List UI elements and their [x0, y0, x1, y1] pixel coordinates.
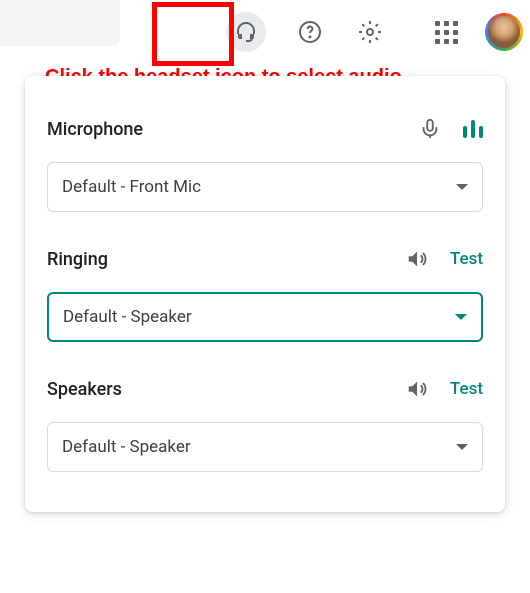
apps-grid-icon — [435, 21, 458, 44]
ringing-selected-value: Default - Speaker — [63, 307, 192, 327]
gear-icon — [358, 20, 382, 44]
help-button[interactable] — [286, 8, 334, 56]
microphone-title: Microphone — [47, 119, 143, 140]
speakers-test-button[interactable]: Test — [450, 379, 483, 399]
audio-settings-panel: Microphone Default - Front Mic Ringing — [25, 76, 505, 512]
microphone-dropdown[interactable]: Default - Front Mic — [47, 162, 483, 212]
speaker-icon — [406, 248, 428, 270]
settings-button[interactable] — [346, 8, 394, 56]
microphone-selected-value: Default - Front Mic — [62, 177, 201, 197]
speakers-selected-value: Default - Speaker — [62, 437, 191, 457]
mic-level-indicator — [463, 120, 483, 138]
ringing-title: Ringing — [47, 249, 108, 270]
speakers-section: Speakers Test Default - Speaker — [47, 378, 483, 472]
chevron-down-icon — [455, 314, 467, 320]
microphone-section: Microphone Default - Front Mic — [47, 118, 483, 212]
headset-icon — [234, 20, 258, 44]
help-icon — [298, 20, 322, 44]
google-apps-button[interactable] — [422, 8, 470, 56]
speakers-dropdown[interactable]: Default - Speaker — [47, 422, 483, 472]
chevron-down-icon — [456, 444, 468, 450]
audio-settings-button[interactable] — [222, 8, 270, 56]
chevron-down-icon — [456, 184, 468, 190]
ringing-dropdown[interactable]: Default - Speaker — [47, 292, 483, 342]
app-bar-blank — [0, 0, 120, 46]
speakers-title: Speakers — [47, 379, 122, 400]
ringing-test-button[interactable]: Test — [450, 249, 483, 269]
microphone-icon — [419, 118, 441, 140]
speaker-icon — [406, 378, 428, 400]
ringing-section: Ringing Test Default - Speaker — [47, 248, 483, 342]
account-avatar[interactable] — [486, 14, 522, 50]
